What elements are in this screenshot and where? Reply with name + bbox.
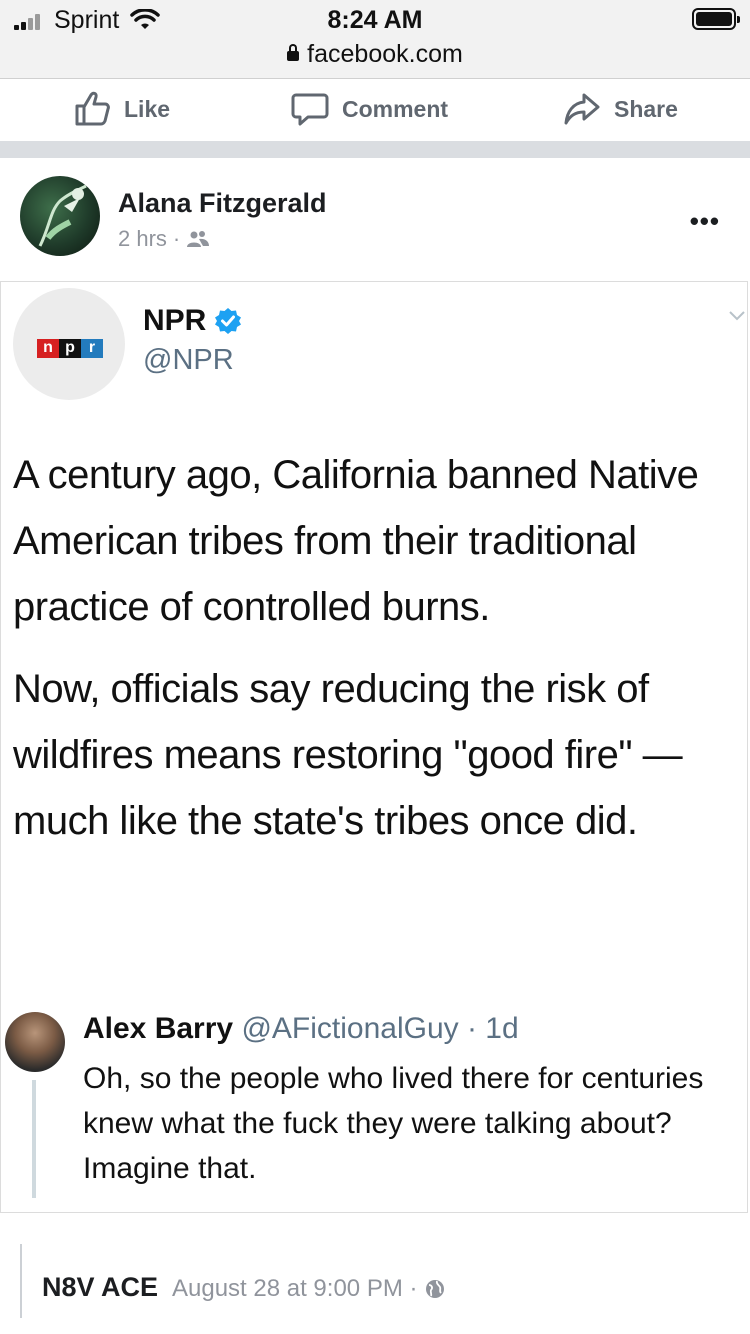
logo-letter-n: n — [37, 339, 59, 358]
post-action-bar: Like Comment Share — [0, 79, 750, 141]
status-bar: Sprint 8:24 AM facebook.com — [0, 0, 750, 79]
lock-icon — [287, 44, 300, 61]
post-time[interactable]: 2 hrs — [118, 226, 167, 252]
next-post-author[interactable]: N8V ACE — [42, 1272, 158, 1303]
tweet-handle: @NPR — [143, 344, 234, 376]
reply-thread-line — [32, 1080, 36, 1198]
next-post-time[interactable]: August 28 at 9:00 PM · — [172, 1275, 417, 1303]
globe-icon — [426, 1280, 445, 1298]
tweet-screenshot[interactable]: n p r NPR @NPR A century ago, California… — [0, 281, 748, 1213]
post-author-name[interactable]: Alana Fitzgerald — [118, 188, 327, 219]
logo-letter-r: r — [81, 339, 103, 358]
post-meta: 2 hrs · — [118, 226, 210, 252]
feed-separator — [0, 141, 750, 158]
logo-letter-p: p — [59, 339, 81, 358]
meta-separator: · — [172, 226, 181, 251]
thumbs-up-icon — [75, 91, 110, 126]
like-button[interactable]: Like — [72, 91, 170, 127]
reply-text: Oh, so the people who lived there for ce… — [83, 1062, 704, 1185]
post-header: Alana Fitzgerald 2 hrs · ••• — [0, 158, 750, 280]
tweet-paragraph-2: Now, officials say reducing the risk of … — [13, 667, 683, 843]
tweet-text: A century ago, California banned Native … — [13, 442, 743, 870]
tweet-paragraph-1: A century ago, California banned Native … — [13, 453, 699, 629]
battery-icon — [692, 8, 740, 30]
comment-label: Comment — [342, 95, 449, 122]
chevron-down-icon — [729, 311, 745, 321]
like-label: Like — [124, 95, 171, 122]
comment-button[interactable]: Comment — [290, 91, 448, 127]
reply-time: · 1d — [466, 1012, 519, 1045]
next-post-meta: August 28 at 9:00 PM · — [172, 1275, 445, 1303]
shared-post-indicator — [20, 1244, 22, 1318]
tweet-name-text: NPR — [143, 304, 207, 337]
reply-header: Alex Barry @AFictionalGuy · 1d — [83, 1012, 519, 1046]
reply-avatar — [5, 1012, 65, 1072]
share-button[interactable]: Share — [562, 91, 678, 127]
tweet-account-name: NPR — [143, 304, 242, 338]
verified-badge-icon — [215, 308, 242, 334]
npr-logo: n p r — [13, 288, 125, 400]
share-arrow-icon — [564, 93, 600, 125]
url-text: facebook.com — [307, 40, 463, 68]
reply-name: Alex Barry — [83, 1012, 234, 1045]
share-label: Share — [614, 95, 678, 122]
author-avatar[interactable] — [20, 176, 100, 256]
reply-handle: @AFictionalGuy — [241, 1012, 459, 1045]
friends-icon — [187, 231, 210, 247]
address-bar[interactable]: facebook.com — [0, 40, 750, 69]
clock: 8:24 AM — [327, 6, 423, 34]
comment-icon — [291, 93, 329, 126]
avatar-art — [38, 184, 87, 247]
more-options-button[interactable]: ••• — [690, 206, 720, 237]
